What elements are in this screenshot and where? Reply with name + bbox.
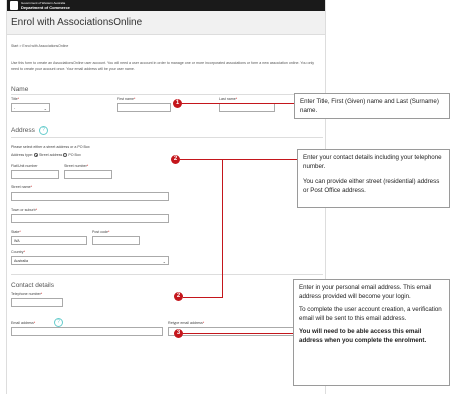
callout-2-bottom-connector <box>183 297 223 298</box>
callout-email-text-3: You will need to be able access this ema… <box>299 328 427 344</box>
postcode-label: Post code* <box>92 230 110 234</box>
divider <box>11 94 323 95</box>
help-icon[interactable]: ? <box>54 318 63 327</box>
flat-number-label: Flat/Unit number <box>11 164 38 168</box>
state-select[interactable]: WA <box>11 236 87 245</box>
help-icon[interactable]: ? <box>39 126 48 135</box>
callout-email-text-1: Enter in your personal email address. Th… <box>299 284 432 300</box>
callout-address-text-1: Enter your contact details including you… <box>303 154 442 170</box>
address-instruction: Please select either a street address or… <box>11 145 90 149</box>
flat-number-field[interactable] <box>11 170 59 179</box>
telephone-field[interactable] <box>11 298 63 307</box>
callout-1-connector <box>182 103 294 104</box>
email-label: Email address* <box>11 321 36 325</box>
department-name: Government of Western Australia Departme… <box>21 1 70 10</box>
step-marker-2: 2 <box>171 155 180 164</box>
last-name-label: Last name* <box>219 97 238 101</box>
callout-address-text-2: You can provide either street (residenti… <box>303 178 440 194</box>
po-box-radio[interactable] <box>63 153 68 158</box>
step-marker-3: 3 <box>174 329 183 338</box>
town-field[interactable] <box>11 214 169 223</box>
country-label: Country* <box>11 250 25 254</box>
callout-email: Enter in your personal email address. Th… <box>293 279 450 386</box>
top-banner: Government of Western Australia Departme… <box>7 0 325 11</box>
last-name-field[interactable] <box>219 103 275 112</box>
street-address-option-label: Street address <box>38 153 63 157</box>
page-title: Enrol with AssociationsOnline <box>11 17 143 28</box>
street-address-radio[interactable] <box>33 153 38 158</box>
callout-email-text-2: To complete the user account creation, a… <box>299 306 442 322</box>
callout-2-connector <box>180 159 297 160</box>
dept-line2: Department of Commerce <box>21 4 70 10</box>
country-select[interactable]: Australia ⌄ <box>11 256 169 265</box>
retype-email-label: Retype email address* <box>168 321 205 325</box>
address-type-row: Address type: Street address PO Box <box>11 153 81 158</box>
street-name-label: Street name* <box>11 185 32 189</box>
form-page: Government of Western Australia Departme… <box>6 0 326 394</box>
town-label: Town or suburb* <box>11 208 37 212</box>
chevron-down-icon: ⌄ <box>43 106 47 111</box>
callout-name-text: Enter Title, First (Given) name and Last… <box>300 98 439 114</box>
postcode-field[interactable] <box>92 236 140 245</box>
chevron-down-icon: ⌄ <box>162 259 166 264</box>
street-number-field[interactable] <box>64 170 112 179</box>
name-section-title: Name <box>11 86 29 93</box>
divider <box>11 137 323 138</box>
first-name-label: First name* <box>117 97 136 101</box>
step-marker-1: 1 <box>173 99 182 108</box>
address-type-label: Address type: <box>11 153 33 157</box>
divider <box>11 274 323 275</box>
email-field[interactable] <box>11 327 163 336</box>
page-header: Enrol with AssociationsOnline <box>7 11 325 35</box>
street-name-field[interactable] <box>11 192 169 201</box>
title-label: Title* <box>11 97 20 101</box>
step-marker-2b: 2 <box>174 292 183 301</box>
callout-3-connector <box>183 333 293 334</box>
street-number-label: Street number* <box>64 164 89 168</box>
state-label: State* <box>11 230 21 234</box>
callout-name: Enter Title, First (Given) name and Last… <box>294 93 450 119</box>
contact-section-title: Contact details <box>11 282 54 289</box>
callout-2-vertical-connector <box>222 159 223 297</box>
first-name-field[interactable] <box>117 103 171 112</box>
intro-text: Use this form to create an AssociationsO… <box>11 61 315 71</box>
address-section-title: Address <box>11 127 35 134</box>
telephone-label: Telephone number* <box>11 292 43 296</box>
po-box-option-label: PO Box <box>68 153 81 157</box>
title-select[interactable]: - ⌄ <box>11 103 50 112</box>
breadcrumb[interactable]: Start > Enrol with AssociationsOnline <box>11 44 68 48</box>
wa-crest-logo <box>10 1 18 10</box>
callout-address: Enter your contact details including you… <box>297 149 450 208</box>
